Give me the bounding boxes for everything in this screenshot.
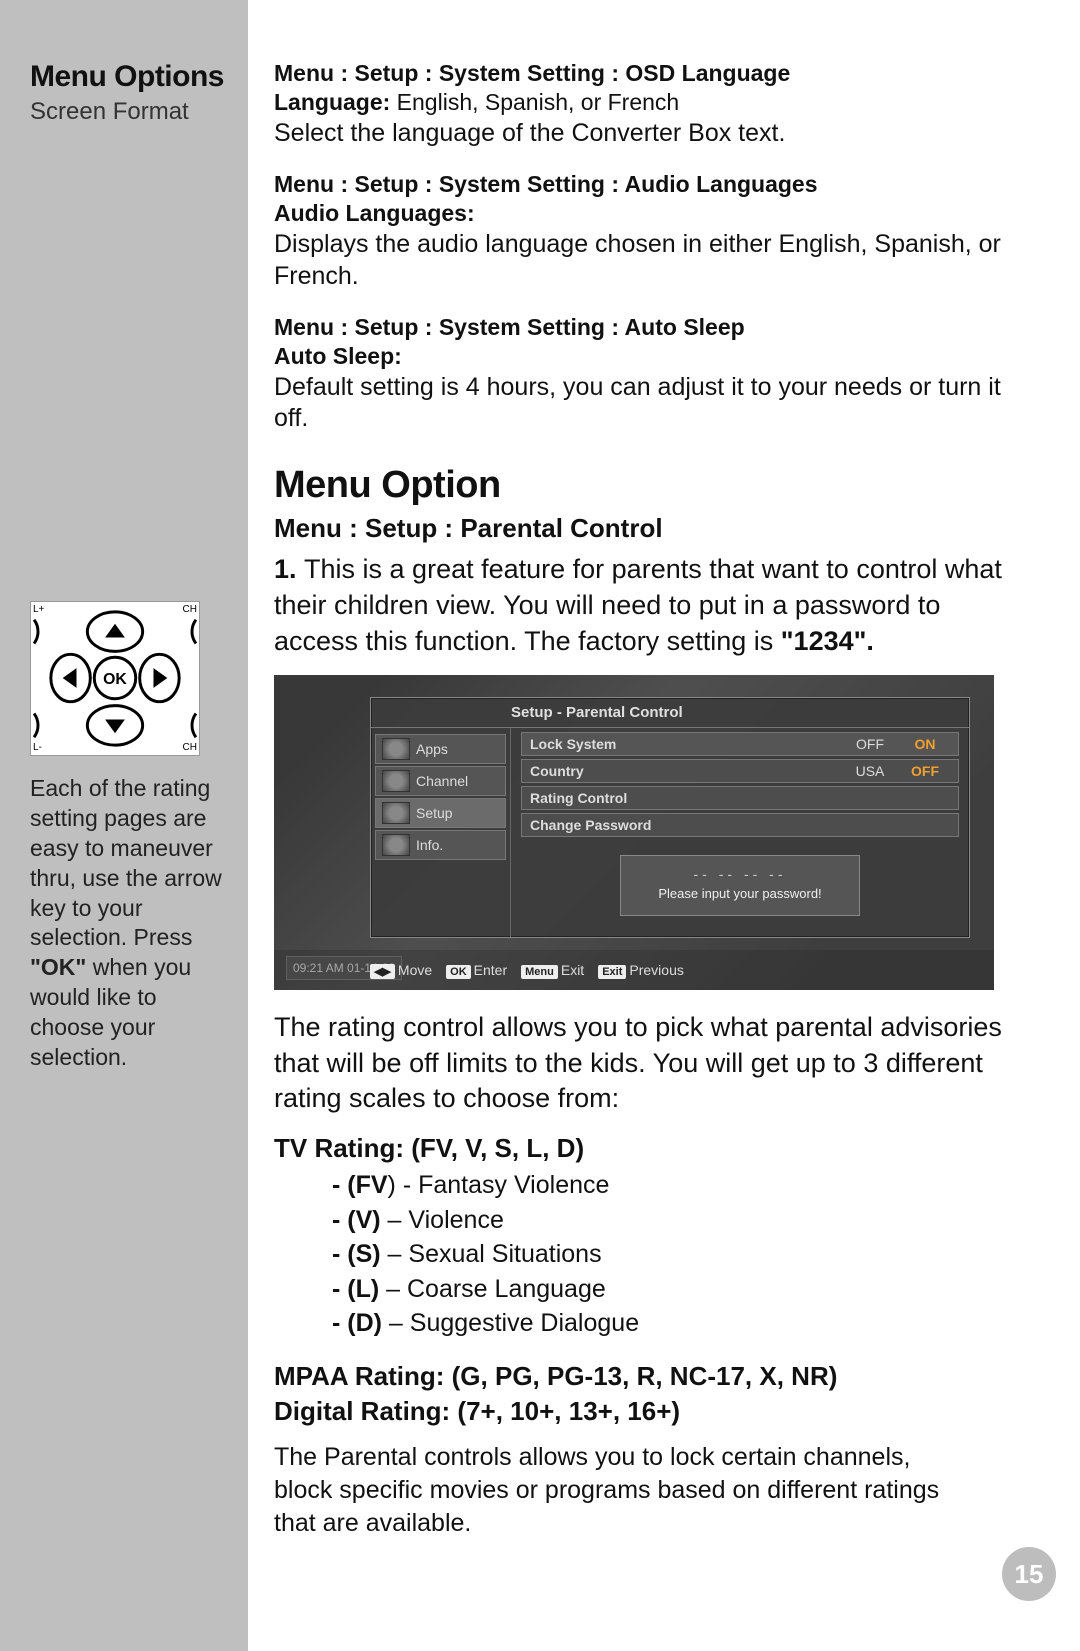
tv-rating-list: - (FV) - Fantasy Violence - (V) – Violen…: [274, 1168, 1020, 1341]
breadcrumb: Menu : Setup : System Setting : Audio La…: [274, 171, 1020, 198]
note-bold: "OK": [30, 954, 86, 980]
tv-item-d: - (D) – Suggestive Dialogue: [332, 1306, 1020, 1341]
remote-label-tr: CH: [183, 604, 197, 615]
setup-icon: [382, 802, 410, 824]
label-line: Language: English, Spanish, or French: [274, 89, 1020, 116]
tv-item-s: - (S) – Sexual Situations: [332, 1237, 1020, 1272]
rating-intro: The rating control allows you to pick wh…: [274, 1010, 1020, 1117]
osd-menu: Apps Channel Setup Info.: [371, 728, 511, 937]
tv-item-fv: - (FV) - Fantasy Violence: [332, 1168, 1020, 1203]
parental-intro: 1. This is a great feature for parents t…: [274, 552, 1020, 659]
osd-menu-channel: Channel: [375, 766, 506, 796]
pw-msg: Please input your password!: [629, 886, 851, 901]
sidebar-title: Menu Options: [30, 60, 228, 94]
remote-label-bl: L-: [33, 742, 42, 753]
sidebar-instruction: Each of the rating setting pages are eas…: [30, 774, 228, 1073]
tv-item-l: - (L) – Coarse Language: [332, 1272, 1020, 1307]
osd-row-rating: Rating Control: [521, 786, 959, 810]
sidebar: Menu Options Screen Format L+ CH L- CH O…: [0, 0, 248, 1651]
osd-password-prompt: -- -- -- -- Please input your password!: [620, 855, 860, 916]
channel-icon: [382, 770, 410, 792]
osd-row-changepw: Change Password: [521, 813, 959, 837]
menu-option-heading: Menu Option: [274, 464, 1020, 507]
mpaa-rating-head: MPAA Rating: (G, PG, PG-13, R, NC-17, X,…: [274, 1361, 1020, 1392]
remote-dpad-diagram: L+ CH L- CH OK: [30, 601, 200, 756]
remote-label-tl: L+: [33, 604, 44, 615]
osd-right-panel: Lock SystemOFF ON CountryUSAOFF Rating C…: [511, 728, 969, 937]
digital-rating-head: Digital Rating: (7+, 10+, 13+, 16+): [274, 1396, 1020, 1427]
setting-block-sleep: Menu : Setup : System Setting : Auto Sle…: [274, 314, 1020, 435]
setting-block-audio: Menu : Setup : System Setting : Audio La…: [274, 171, 1020, 292]
osd-row-lock: Lock SystemOFF ON: [521, 732, 959, 756]
osd-hint-bar: ◀▶Move OKEnter MenuExit ExitPrevious: [274, 950, 994, 990]
page-number: 15: [1002, 1547, 1056, 1601]
osd-menu-apps: Apps: [375, 734, 506, 764]
breadcrumb: Menu : Setup : System Setting : OSD Lang…: [274, 60, 1020, 87]
hint-prev: ExitPrevious: [598, 962, 684, 979]
note-pre: Each of the rating setting pages are eas…: [30, 775, 222, 950]
setting-block-osd: Menu : Setup : System Setting : OSD Lang…: [274, 60, 1020, 149]
sidebar-subtitle: Screen Format: [30, 98, 228, 126]
main-content: Menu : Setup : System Setting : OSD Lang…: [248, 0, 1080, 1651]
osd-body: Apps Channel Setup Info. Lock SystemOFF …: [371, 728, 969, 937]
dpad-icon: OK: [31, 602, 199, 755]
breadcrumb: Menu : Setup : Parental Control: [274, 513, 1020, 544]
hint-enter: OKEnter: [446, 962, 507, 979]
globe-icon: [382, 738, 410, 760]
closing-paragraph: The Parental controls allows you to lock…: [274, 1441, 954, 1540]
hint-move: ◀▶Move: [370, 962, 432, 979]
breadcrumb: Menu : Setup : System Setting : Auto Sle…: [274, 314, 1020, 341]
body-text: Displays the audio language chosen in ei…: [274, 229, 1020, 292]
body-text: Select the language of the Converter Box…: [274, 118, 1020, 149]
info-icon: [382, 834, 410, 856]
label-line: Auto Sleep:: [274, 343, 1020, 370]
osd-menu-setup: Setup: [375, 798, 506, 828]
tv-item-v: - (V) – Violence: [332, 1203, 1020, 1238]
tv-rating-head: TV Rating: (FV, V, S, L, D): [274, 1133, 1020, 1164]
hint-exit: MenuExit: [521, 962, 584, 979]
osd-title: Setup - Parental Control: [371, 698, 969, 728]
body-text: Default setting is 4 hours, you can adju…: [274, 372, 1020, 435]
label-line: Audio Languages:: [274, 200, 1020, 227]
osd-screenshot: Setup - Parental Control Apps Channel Se…: [274, 675, 994, 990]
pw-dots: -- -- -- --: [629, 866, 851, 882]
osd-window: Setup - Parental Control Apps Channel Se…: [370, 697, 970, 938]
osd-menu-info: Info.: [375, 830, 506, 860]
osd-row-country: CountryUSAOFF: [521, 759, 959, 783]
remote-label-br: CH: [183, 742, 197, 753]
ok-label: OK: [103, 671, 127, 688]
